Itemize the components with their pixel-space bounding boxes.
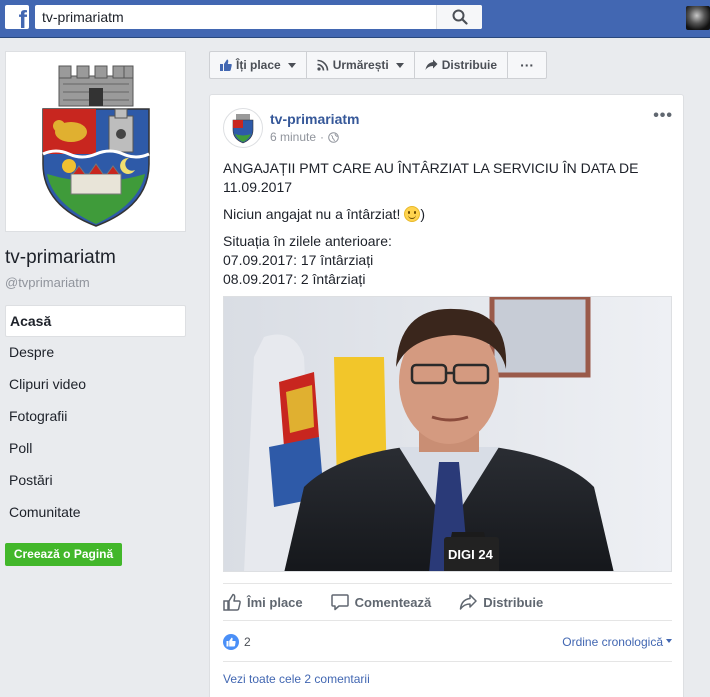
page-sidebar: tv-primariatm @tvprimariatm Acasă Despre… <box>0 39 196 697</box>
search-input[interactable] <box>35 6 435 28</box>
history-line-2: 08.09.2017: 2 întârziați <box>223 271 366 287</box>
page-handle: @tvprimariatm <box>5 275 90 290</box>
post-share-button[interactable]: Distribuie <box>459 593 543 611</box>
more-options-button[interactable]: ··· <box>508 52 546 78</box>
search-button[interactable] <box>436 5 482 29</box>
mayor-interview-photo: DIGI 24 <box>224 297 671 571</box>
history-title: Situația în zilele anterioare: <box>223 233 392 249</box>
post-headline: ANGAJAȚII PMT CARE AU ÎNTÂRZIAT LA SERVI… <box>223 160 639 195</box>
comment-order-dropdown[interactable]: Ordine cronologică <box>562 635 672 649</box>
nav-item-about[interactable]: Despre <box>5 337 186 369</box>
create-page-button[interactable]: Creează o Pagină <box>5 543 122 566</box>
globe-icon <box>328 131 339 143</box>
history-line-1: 07.09.2017: 17 întârziați <box>223 252 374 268</box>
none-late-suffix: ) <box>420 206 426 222</box>
chevron-down-icon <box>287 62 296 68</box>
post-options-icon[interactable]: ••• <box>653 107 673 125</box>
post-none-late: Niciun angajat nu a întârziat! ) <box>223 205 663 224</box>
follow-label: Urmărești <box>332 58 389 72</box>
post-meta: 6 minute · <box>270 130 339 144</box>
nav-item-photos[interactable]: Fotografii <box>5 401 186 433</box>
post-reactions: 2 Ordine cronologică <box>223 631 672 653</box>
nav-item-posts[interactable]: Postări <box>5 465 186 497</box>
share-arrow-outline-icon <box>459 594 477 610</box>
post-text: ANGAJAȚII PMT CARE AU ÎNTÂRZIAT LA SERVI… <box>223 159 663 289</box>
page-action-bar: Îți place Urmărești Distribuie ··· <box>209 51 548 79</box>
post-history: Situația în zilele anterioare: 07.09.201… <box>223 232 663 289</box>
post-action-bar: Îmi place Comentează Distribuie <box>223 583 672 621</box>
see-all-comments-link[interactable]: Vezi toate cele 2 comentarii <box>223 672 370 686</box>
chevron-down-icon <box>395 62 404 68</box>
coat-of-arms-icon <box>232 114 254 144</box>
nav-item-community[interactable]: Comunitate <box>5 497 186 529</box>
top-navbar: f <box>0 0 710 38</box>
post-timestamp[interactable]: 6 minute <box>270 130 316 144</box>
comment-bubble-icon <box>330 594 349 611</box>
follow-button[interactable]: Urmărești <box>307 52 415 78</box>
share-page-button[interactable]: Distribuie <box>415 52 509 78</box>
nav-item-videos[interactable]: Clipuri video <box>5 369 186 401</box>
post-comment-label: Comentează <box>354 594 432 610</box>
divider <box>223 661 672 662</box>
page-nav: Acasă Despre Clipuri video Fotografii Po… <box>5 305 186 529</box>
user-avatar[interactable] <box>686 6 710 30</box>
smiley-emoji-icon <box>404 206 421 222</box>
chevron-down-icon <box>666 638 672 643</box>
post-comment-button[interactable]: Comentează <box>330 593 432 611</box>
like-reaction-icon[interactable] <box>223 634 239 650</box>
reaction-count[interactable]: 2 <box>244 635 251 649</box>
post-author-name[interactable]: tv-primariatm <box>270 111 359 127</box>
meta-separator: · <box>320 130 325 144</box>
none-late-text: Niciun angajat nu a întârziat! <box>223 206 401 222</box>
comment-order-label: Ordine cronologică <box>562 635 663 649</box>
page-name: tv-primariatm <box>5 247 116 268</box>
rss-follow-icon <box>317 59 328 71</box>
share-arrow-icon <box>425 59 438 70</box>
like-page-button[interactable]: Îți place <box>210 52 307 78</box>
search-box <box>35 5 482 29</box>
digi24-logo: DIGI 24 <box>448 547 494 562</box>
thumbs-up-icon <box>220 59 232 71</box>
page-profile-picture[interactable] <box>5 51 186 232</box>
share-page-label: Distribuie <box>441 58 498 72</box>
post-like-label: Îmi place <box>247 594 303 610</box>
thumbs-up-outline-icon <box>223 593 241 611</box>
post-author-avatar[interactable] <box>223 108 263 148</box>
post-image[interactable]: DIGI 24 <box>223 296 672 572</box>
post-share-label: Distribuie <box>483 594 544 610</box>
timisoara-coat-of-arms-icon <box>41 65 150 227</box>
thumbs-up-white-icon <box>226 637 236 647</box>
search-icon <box>452 9 468 25</box>
nav-item-home[interactable]: Acasă <box>5 305 186 337</box>
nav-item-poll[interactable]: Poll <box>5 433 186 465</box>
post-card: tv-primariatm 6 minute · ••• ANGAJAȚII P… <box>209 94 684 697</box>
like-page-label: Îți place <box>236 58 281 72</box>
more-dots-icon: ··· <box>520 57 535 73</box>
facebook-logo-icon[interactable]: f <box>5 5 29 29</box>
post-like-button[interactable]: Îmi place <box>223 593 303 611</box>
